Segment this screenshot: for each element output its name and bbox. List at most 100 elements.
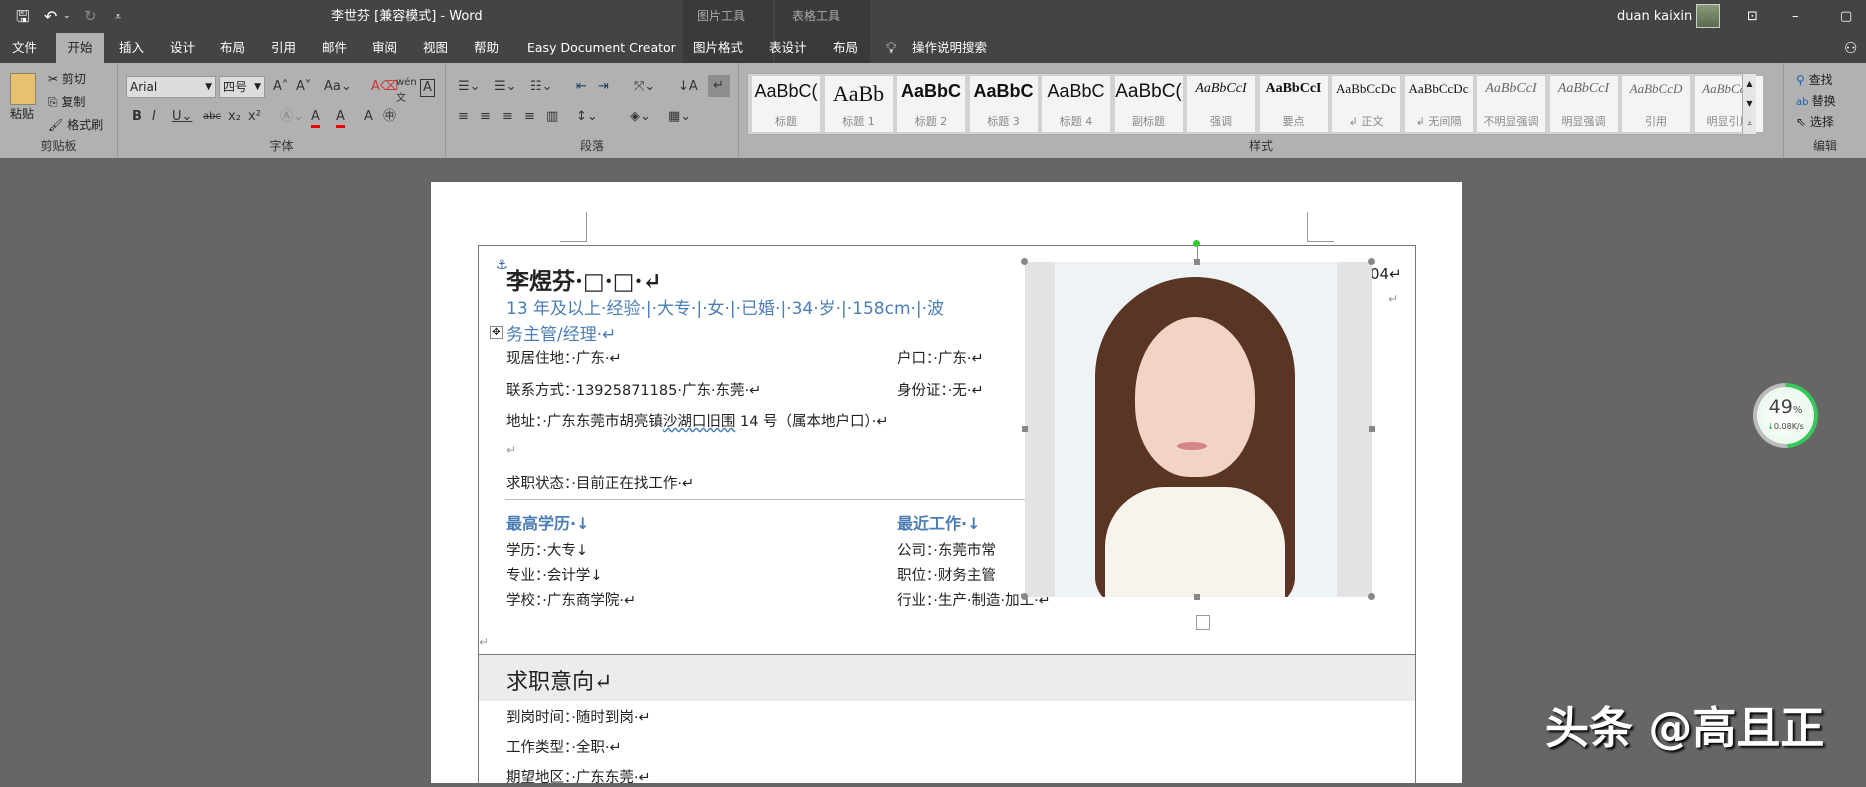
justify-icon[interactable]: ≡ <box>524 109 535 125</box>
tab-easy-document-creator[interactable]: Easy Document Creator <box>523 33 680 63</box>
restore-icon[interactable]: ▢ <box>1840 0 1852 33</box>
undo-icon[interactable]: ↶ <box>44 0 57 33</box>
school-field[interactable]: 学校：·广东商学院·↵ <box>506 589 636 610</box>
style-item[interactable]: AaBbC 标题 4 <box>1042 76 1110 132</box>
save-icon[interactable]: 🖫 <box>16 0 30 33</box>
show-marks-button[interactable]: ↵ <box>708 75 730 97</box>
tab-table-design[interactable]: 表设计 <box>765 33 811 63</box>
summary-line-1[interactable]: 13 年及以上·经验·|·大专·|·女·|·已婚·|·34·岁·|·158cm·… <box>506 294 944 319</box>
decrease-indent-icon[interactable]: ⇤ <box>576 79 587 95</box>
paste-button[interactable]: 粘贴 <box>10 105 34 122</box>
resize-handle[interactable] <box>1194 259 1200 265</box>
style-item[interactable]: AaBbCcI 强调 <box>1187 76 1255 132</box>
id-card-field[interactable]: 身份证：·无·↵ <box>897 379 984 400</box>
enclose-char-icon[interactable]: ㊥ <box>383 109 396 125</box>
share-icon[interactable]: ⚇ <box>1840 33 1861 63</box>
replace-button[interactable]: ab 替换 <box>1796 92 1836 109</box>
hukou-field[interactable]: 户口：·广东·↵ <box>897 347 984 368</box>
style-item[interactable]: AaBbCcI 明显强调 <box>1549 76 1618 132</box>
align-center-icon[interactable]: ≡ <box>480 109 491 125</box>
resize-handle[interactable] <box>1194 594 1200 600</box>
bold-icon[interactable]: B <box>132 109 142 125</box>
borders-icon[interactable]: ▦⌄ <box>668 109 691 125</box>
residence-field[interactable]: 现居住地：·广东·↵ <box>506 347 622 368</box>
tell-me-search[interactable]: 操作说明搜索 <box>908 33 991 63</box>
company-field[interactable]: 公司：·东莞市常 <box>897 539 996 560</box>
cut-button[interactable]: ✂ 剪切 <box>48 70 86 87</box>
degree-field[interactable]: 学历：·大专↓ <box>506 539 588 560</box>
job-status-field[interactable]: 求职状态：·目前正在找工作·↵ <box>506 472 694 493</box>
italic-icon[interactable]: I <box>152 109 156 125</box>
contact-field[interactable]: 联系方式：·13925871185·广东·东莞·↵ <box>506 379 761 400</box>
style-item[interactable]: AaBbC 标题 3 <box>969 76 1038 132</box>
format-painter-button[interactable]: 🖌︎ 格式刷 <box>48 116 103 133</box>
subscript-icon[interactable]: x₂ <box>228 109 241 125</box>
multilevel-list-icon[interactable]: ☷⌄ <box>530 79 553 95</box>
tab-design[interactable]: 设计 <box>166 33 199 63</box>
tab-view[interactable]: 视图 <box>419 33 452 63</box>
increase-indent-icon[interactable]: ⇥ <box>598 79 609 95</box>
resize-handle[interactable] <box>1022 426 1028 432</box>
resize-handle[interactable] <box>1369 426 1375 432</box>
copy-button[interactable]: ⎘ 复制 <box>48 93 85 110</box>
tab-table-layout[interactable]: 布局 <box>829 33 862 63</box>
major-field[interactable]: 专业：·会计学↓ <box>506 564 603 585</box>
style-item[interactable]: AaBbC(标题 <box>752 76 820 132</box>
summary-line-2[interactable]: 务主管/经理·↵ <box>506 320 616 345</box>
numbering-icon[interactable]: ☰⌄ <box>494 79 517 95</box>
strikethrough-icon[interactable]: abc <box>203 109 221 125</box>
shading-icon[interactable]: ◈⌄ <box>630 109 651 125</box>
redo-icon[interactable]: ↻ <box>84 0 97 33</box>
bullets-icon[interactable]: ☰⌄ <box>458 79 481 95</box>
char-shading-icon[interactable]: A <box>364 109 373 125</box>
underline-icon[interactable]: U⌄ <box>172 109 192 125</box>
change-case-icon[interactable]: Aa⌄ <box>324 79 352 95</box>
address-field[interactable]: 地址：·广东东莞市胡亮镇沙湖口旧围 14 号（属本地户口）·↵ <box>506 410 889 431</box>
phonetic-guide-icon[interactable]: wén 文 <box>396 75 417 107</box>
style-item[interactable]: AaBbCcDc ↲ 无间隔 <box>1404 76 1473 132</box>
find-button[interactable]: ⚲ 查找 <box>1796 71 1833 88</box>
candidate-name[interactable]: 李煜芬·□·□·↵ <box>506 262 662 296</box>
style-item[interactable]: AaBbCcDc ↲ 正文 <box>1332 76 1400 132</box>
grow-font-icon[interactable]: A˄ <box>273 79 288 95</box>
paste-icon[interactable] <box>10 73 36 105</box>
superscript-icon[interactable]: x² <box>248 109 261 125</box>
layout-options-icon[interactable] <box>1196 615 1210 630</box>
network-speed-widget[interactable]: 49% ↓0.08K/s <box>1753 383 1818 448</box>
font-name-select[interactable]: Arial ▼ <box>126 76 216 98</box>
arrival-field[interactable]: 到岗时间：·随时到岗·↵ <box>506 706 651 727</box>
resize-handle[interactable] <box>1021 593 1028 600</box>
clear-format-icon[interactable]: A⌫ <box>371 79 398 95</box>
style-item[interactable]: AaBbCcI 不明显强调 <box>1477 76 1545 132</box>
select-button[interactable]: ⇖ 选择 <box>1796 113 1834 130</box>
font-color-icon[interactable]: A <box>311 109 320 128</box>
profile-photo[interactable] <box>1025 262 1372 597</box>
style-item[interactable]: AaBb 标题 1 <box>824 76 893 132</box>
style-item[interactable]: AaBbC 标题 2 <box>897 76 965 132</box>
tab-layout[interactable]: 布局 <box>216 33 249 63</box>
text-effects-icon[interactable]: Ⓐ⌄ <box>280 109 304 125</box>
char-border-icon[interactable]: A <box>420 79 435 97</box>
resize-handle[interactable] <box>1368 258 1375 265</box>
job-type-field[interactable]: 工作类型：·全职·↵ <box>506 736 622 757</box>
shrink-font-icon[interactable]: A˅ <box>296 79 311 95</box>
undo-dropdown-icon[interactable]: ⌄ <box>63 0 71 33</box>
ribbon-display-icon[interactable]: ⊡ <box>1747 0 1758 33</box>
user-name[interactable]: duan kaixin <box>1617 0 1692 33</box>
tab-mailings[interactable]: 邮件 <box>318 33 351 63</box>
resize-handle[interactable] <box>1021 258 1028 265</box>
sort-icon[interactable]: ↓A <box>678 79 698 95</box>
tab-picture-format[interactable]: 图片格式 <box>689 33 747 63</box>
region-field[interactable]: 期望地区：·广东东莞·↵ <box>506 766 651 787</box>
style-item[interactable]: AaBbCcI 要点 <box>1259 76 1328 132</box>
tab-file[interactable]: 文件 <box>8 33 41 63</box>
minimize-icon[interactable]: – <box>1792 0 1799 33</box>
resize-handle[interactable] <box>1368 593 1375 600</box>
style-item[interactable]: AaBbC(副标题 <box>1114 76 1183 132</box>
chinese-layout-icon[interactable]: ⤧⌄ <box>634 79 655 95</box>
distribute-icon[interactable]: ▥ <box>546 109 558 125</box>
tab-review[interactable]: 审阅 <box>368 33 401 63</box>
highlight-icon[interactable]: A <box>336 109 345 128</box>
position-field[interactable]: 职位：·财务主管 <box>897 564 996 585</box>
line-spacing-icon[interactable]: ↕⌄ <box>576 109 598 125</box>
